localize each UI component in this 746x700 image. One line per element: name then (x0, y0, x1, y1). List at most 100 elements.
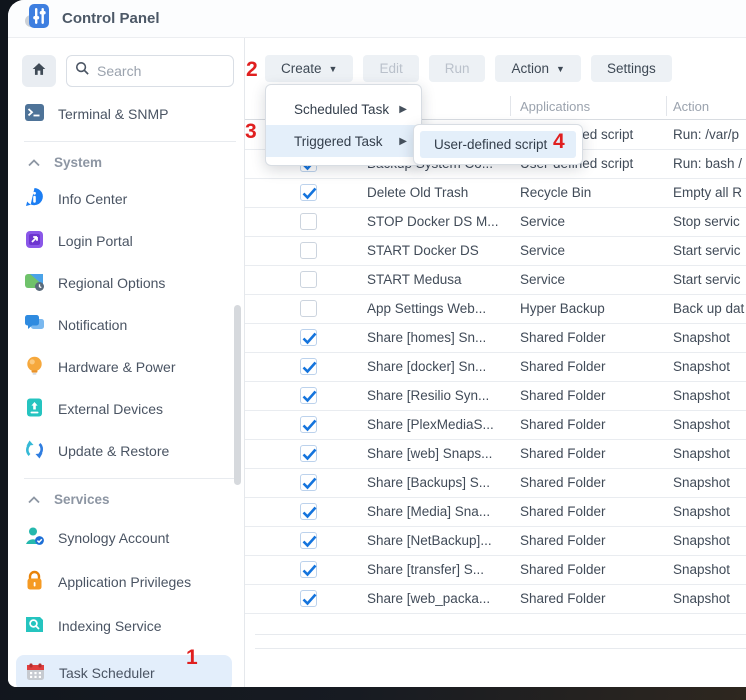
table-row[interactable]: Share [docker] Sn... Shared Folder Snaps… (245, 353, 746, 382)
table-row[interactable]: Share [Resilio Syn... Shared Folder Snap… (245, 382, 746, 411)
sidebar-divider (24, 478, 236, 479)
table-row[interactable]: App Settings Web... Hyper Backup Back up… (245, 295, 746, 324)
menu-item-label: Triggered Task (294, 134, 383, 149)
row-checkbox[interactable] (300, 213, 317, 230)
task-action: Run: bash / (673, 156, 746, 171)
row-checkbox[interactable] (300, 184, 317, 201)
sidebar-item-application-privileges[interactable]: Application Privileges (24, 567, 234, 597)
sidebar-item-login-portal[interactable]: Login Portal (24, 226, 234, 256)
column-header-applications[interactable]: Applications (520, 99, 590, 114)
sidebar-item-external-devices[interactable]: External Devices (24, 394, 234, 424)
edit-button[interactable]: Edit (363, 55, 418, 82)
sidebar-item-task-scheduler[interactable]: Task Scheduler (16, 655, 232, 687)
task-name: Share [homes] Sn... (367, 330, 515, 345)
table-row[interactable]: Share [homes] Sn... Shared Folder Snapsh… (245, 324, 746, 353)
annotation-3: 3 (245, 120, 257, 144)
sidebar-item-label: Regional Options (58, 275, 165, 291)
table-row[interactable]: Share [web] Snaps... Shared Folder Snaps… (245, 440, 746, 469)
titlebar: Control Panel (8, 0, 746, 38)
search-icon (75, 61, 90, 81)
menu-item-triggered-task[interactable]: Triggered Task ▶ (266, 125, 421, 157)
task-scheduler-icon (25, 661, 46, 685)
section-label: Services (54, 492, 110, 507)
check-icon (302, 419, 317, 432)
row-checkbox[interactable] (300, 329, 317, 346)
submenu-arrow-icon: ▶ (399, 136, 407, 147)
row-checkbox[interactable] (300, 474, 317, 491)
task-name: Share [web_packa... (367, 591, 515, 606)
chevron-down-icon: ▼ (556, 64, 565, 74)
row-checkbox[interactable] (300, 503, 317, 520)
action-button[interactable]: Action ▼ (495, 55, 580, 82)
create-button[interactable]: Create ▼ (265, 55, 353, 82)
row-checkbox[interactable] (300, 590, 317, 607)
sidebar-item-update-restore[interactable]: Update & Restore (24, 436, 234, 466)
task-app: Service (520, 272, 665, 287)
task-action: Empty all R (673, 185, 746, 200)
task-action: Snapshot (673, 330, 746, 345)
table-row[interactable]: START Medusa Service Start servic (245, 266, 746, 295)
row-checkbox[interactable] (300, 561, 317, 578)
sidebar-item-info-center[interactable]: Info Center (24, 184, 234, 214)
table-bottom-border (255, 634, 746, 635)
row-checkbox[interactable] (300, 445, 317, 462)
sidebar-item-indexing-service[interactable]: Indexing Service (24, 611, 234, 641)
task-name: App Settings Web... (367, 301, 515, 316)
action-button-label: Action (511, 61, 549, 76)
annotation-2: 2 (246, 58, 258, 82)
table-row[interactable]: Share [transfer] S... Shared Folder Snap… (245, 556, 746, 585)
row-checkbox[interactable] (300, 416, 317, 433)
sidebar-item-hardware-power[interactable]: Hardware & Power (24, 352, 234, 382)
task-app: Shared Folder (520, 475, 665, 490)
sidebar-item-synology-account[interactable]: Synology Account (24, 523, 234, 553)
table-row[interactable]: Share [Backups] S... Shared Folder Snaps… (245, 469, 746, 498)
row-checkbox[interactable] (300, 358, 317, 375)
search-field[interactable] (97, 63, 225, 79)
table-row[interactable]: START Docker DS Service Start servic (245, 237, 746, 266)
menu-item-label: User-defined script (434, 137, 547, 152)
row-checkbox[interactable] (300, 271, 317, 288)
run-button[interactable]: Run (429, 55, 486, 82)
table-row[interactable]: Share [NetBackup]... Shared Folder Snaps… (245, 527, 746, 556)
indexing-icon (24, 614, 45, 638)
row-checkbox[interactable] (300, 532, 317, 549)
sidebar-item-terminal-snmp[interactable]: Terminal & SNMP (24, 99, 234, 129)
home-button[interactable] (22, 55, 56, 87)
control-panel-window: Control Panel Terminal & SNMP (8, 0, 746, 687)
table-row[interactable]: Share [PlexMediaS... Shared Folder Snaps… (245, 411, 746, 440)
task-app: Service (520, 214, 665, 229)
home-icon (30, 60, 48, 83)
info-center-icon (24, 187, 45, 211)
row-checkbox[interactable] (300, 242, 317, 259)
table-row[interactable]: Share [Media] Sna... Shared Folder Snaps… (245, 498, 746, 527)
task-name: Share [docker] Sn... (367, 359, 515, 374)
toolbar: Create ▼ Edit Run Action ▼ Settings (265, 55, 672, 82)
sidebar-item-label: Indexing Service (58, 618, 162, 634)
table-row[interactable]: STOP Docker DS M... Service Stop servic (245, 208, 746, 237)
chevron-up-icon (28, 155, 40, 170)
row-checkbox[interactable] (300, 387, 317, 404)
lock-icon (24, 570, 45, 594)
table-row[interactable]: Share [web_packa... Shared Folder Snapsh… (245, 585, 746, 614)
task-action: Stop servic (673, 214, 746, 229)
row-checkbox[interactable] (300, 300, 317, 317)
column-header-action[interactable]: Action (673, 99, 709, 114)
create-button-label: Create (281, 61, 322, 76)
search-input[interactable] (66, 55, 234, 87)
sidebar-item-label: Application Privileges (58, 574, 191, 590)
sidebar-item-label: External Devices (58, 401, 163, 417)
sidebar-item-regional-options[interactable]: Regional Options (24, 268, 234, 298)
sidebar-scrollbar[interactable] (234, 305, 241, 485)
check-icon (302, 477, 317, 490)
sidebar-item-label: Synology Account (58, 530, 169, 546)
section-header-services[interactable]: Services (28, 489, 244, 509)
task-app: Shared Folder (520, 533, 665, 548)
check-icon (302, 593, 317, 606)
edit-button-label: Edit (379, 61, 402, 76)
table-row[interactable]: Delete Old Trash Recycle Bin Empty all R (245, 179, 746, 208)
task-action: Snapshot (673, 591, 746, 606)
settings-button[interactable]: Settings (591, 55, 672, 82)
section-header-system[interactable]: System (28, 152, 244, 172)
menu-item-scheduled-task[interactable]: Scheduled Task ▶ (266, 93, 421, 125)
sidebar-item-notification[interactable]: Notification (24, 310, 234, 340)
